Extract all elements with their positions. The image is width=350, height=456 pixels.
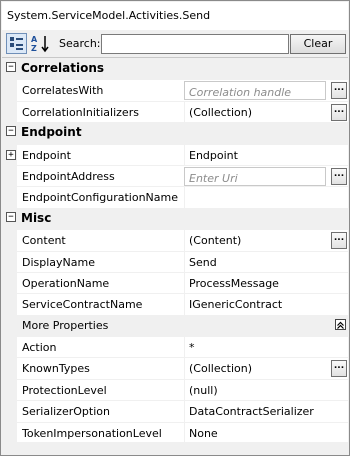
property-value[interactable]: None — [184, 422, 330, 444]
property-row-protectionlevel: ProtectionLevel (null) — [2, 378, 348, 401]
property-name: Action — [22, 341, 57, 355]
clear-button[interactable]: Clear — [290, 34, 346, 54]
property-value[interactable]: IGenericContract — [184, 294, 330, 315]
ellipsis-button[interactable]: ... — [331, 167, 347, 185]
property-grid-window: System.ServiceModel.Activities.Send A Z … — [0, 0, 350, 456]
property-value[interactable]: (Collection) — [184, 101, 330, 123]
categorized-view-icon[interactable] — [6, 33, 27, 54]
property-row-endpointaddress: EndpointAddress Enter Uri ... — [2, 164, 348, 187]
property-row-servicecontractname: ServiceContractName IGenericContract — [2, 293, 348, 315]
property-name: ProtectionLevel — [22, 383, 107, 397]
property-name: ServiceContractName — [22, 298, 143, 312]
property-row-endpointconfigurationname: EndpointConfigurationName — [2, 186, 348, 208]
property-value[interactable]: ProcessMessage — [184, 272, 330, 294]
property-row-action: Action * — [2, 336, 348, 358]
property-name: CorrelatesWith — [22, 84, 104, 98]
property-row-displayname: DisplayName Send — [2, 250, 348, 272]
window-title: System.ServiceModel.Activities.Send — [2, 2, 348, 30]
property-value[interactable]: (Collection) — [184, 358, 330, 379]
collapse-category-icon[interactable]: − — [6, 62, 16, 72]
toolbar: A Z Search: Clear — [2, 30, 348, 57]
property-grid: − Correlations CorrelatesWith Correlatio… — [2, 57, 348, 444]
property-value[interactable]: (null) — [184, 379, 330, 401]
property-value[interactable]: Send — [184, 251, 330, 272]
category-endpoint: − Endpoint — [2, 122, 348, 144]
property-name: EndpointConfigurationName — [22, 191, 179, 205]
category-label: Endpoint — [21, 125, 82, 140]
property-name: KnownTypes — [22, 362, 90, 376]
ellipsis-button[interactable]: ... — [331, 232, 347, 250]
search-input[interactable] — [101, 34, 289, 54]
property-row-serializeroption: SerializerOption DataContractSerializer — [2, 400, 348, 422]
property-name: Endpoint — [22, 148, 71, 162]
property-value-input[interactable]: Enter Uri — [184, 166, 326, 186]
ellipsis-button[interactable]: ... — [331, 82, 347, 100]
property-value[interactable]: (Content) — [184, 230, 330, 251]
property-value[interactable] — [184, 187, 330, 208]
category-correlations: − Correlations — [2, 58, 348, 80]
more-properties-label: More Properties — [22, 318, 109, 332]
collapse-up-icon[interactable] — [335, 318, 346, 330]
collapse-category-icon[interactable]: − — [6, 126, 16, 137]
property-name: SerializerOption — [22, 405, 110, 419]
property-row-correlateswith: CorrelatesWith Correlation handle ... — [2, 79, 348, 101]
property-value[interactable]: DataContractSerializer — [184, 401, 330, 422]
bottom-bar — [2, 442, 348, 455]
property-name: EndpointAddress — [22, 169, 115, 183]
sort-alphabetical-icon[interactable]: A Z — [30, 33, 51, 54]
category-label: Misc — [21, 210, 52, 225]
property-name: DisplayName — [22, 255, 95, 269]
search-label: Search: — [59, 37, 101, 50]
property-row-endpoint: + Endpoint Endpoint — [2, 143, 348, 165]
category-misc: − Misc — [2, 207, 348, 230]
property-row-operationname: OperationName ProcessMessage — [2, 271, 348, 294]
collapse-category-icon[interactable]: − — [6, 211, 16, 222]
property-name: Content — [22, 234, 66, 248]
svg-text:A: A — [31, 35, 38, 44]
ellipsis-button[interactable]: ... — [331, 103, 347, 121]
property-value[interactable]: Endpoint — [184, 144, 330, 165]
expand-property-icon[interactable]: + — [6, 149, 16, 160]
property-row-correlationinitializers: CorrelationInitializers (Collection) ... — [2, 100, 348, 123]
property-value-input[interactable]: Correlation handle — [184, 81, 326, 101]
property-name: CorrelationInitializers — [22, 105, 139, 119]
property-name: OperationName — [22, 276, 110, 290]
svg-text:Z: Z — [31, 44, 37, 53]
category-label: Correlations — [21, 61, 105, 75]
property-row-content: Content (Content) ... — [2, 229, 348, 251]
ellipsis-button[interactable]: ... — [331, 360, 347, 378]
property-value[interactable]: * — [184, 337, 330, 358]
property-name: TokenImpersonationLevel — [22, 426, 162, 440]
property-row-tokenimpersonationlevel: TokenImpersonationLevel None — [2, 421, 348, 444]
property-row-knowntypes: KnownTypes (Collection) ... — [2, 357, 348, 379]
more-properties-header[interactable]: More Properties — [2, 314, 348, 337]
